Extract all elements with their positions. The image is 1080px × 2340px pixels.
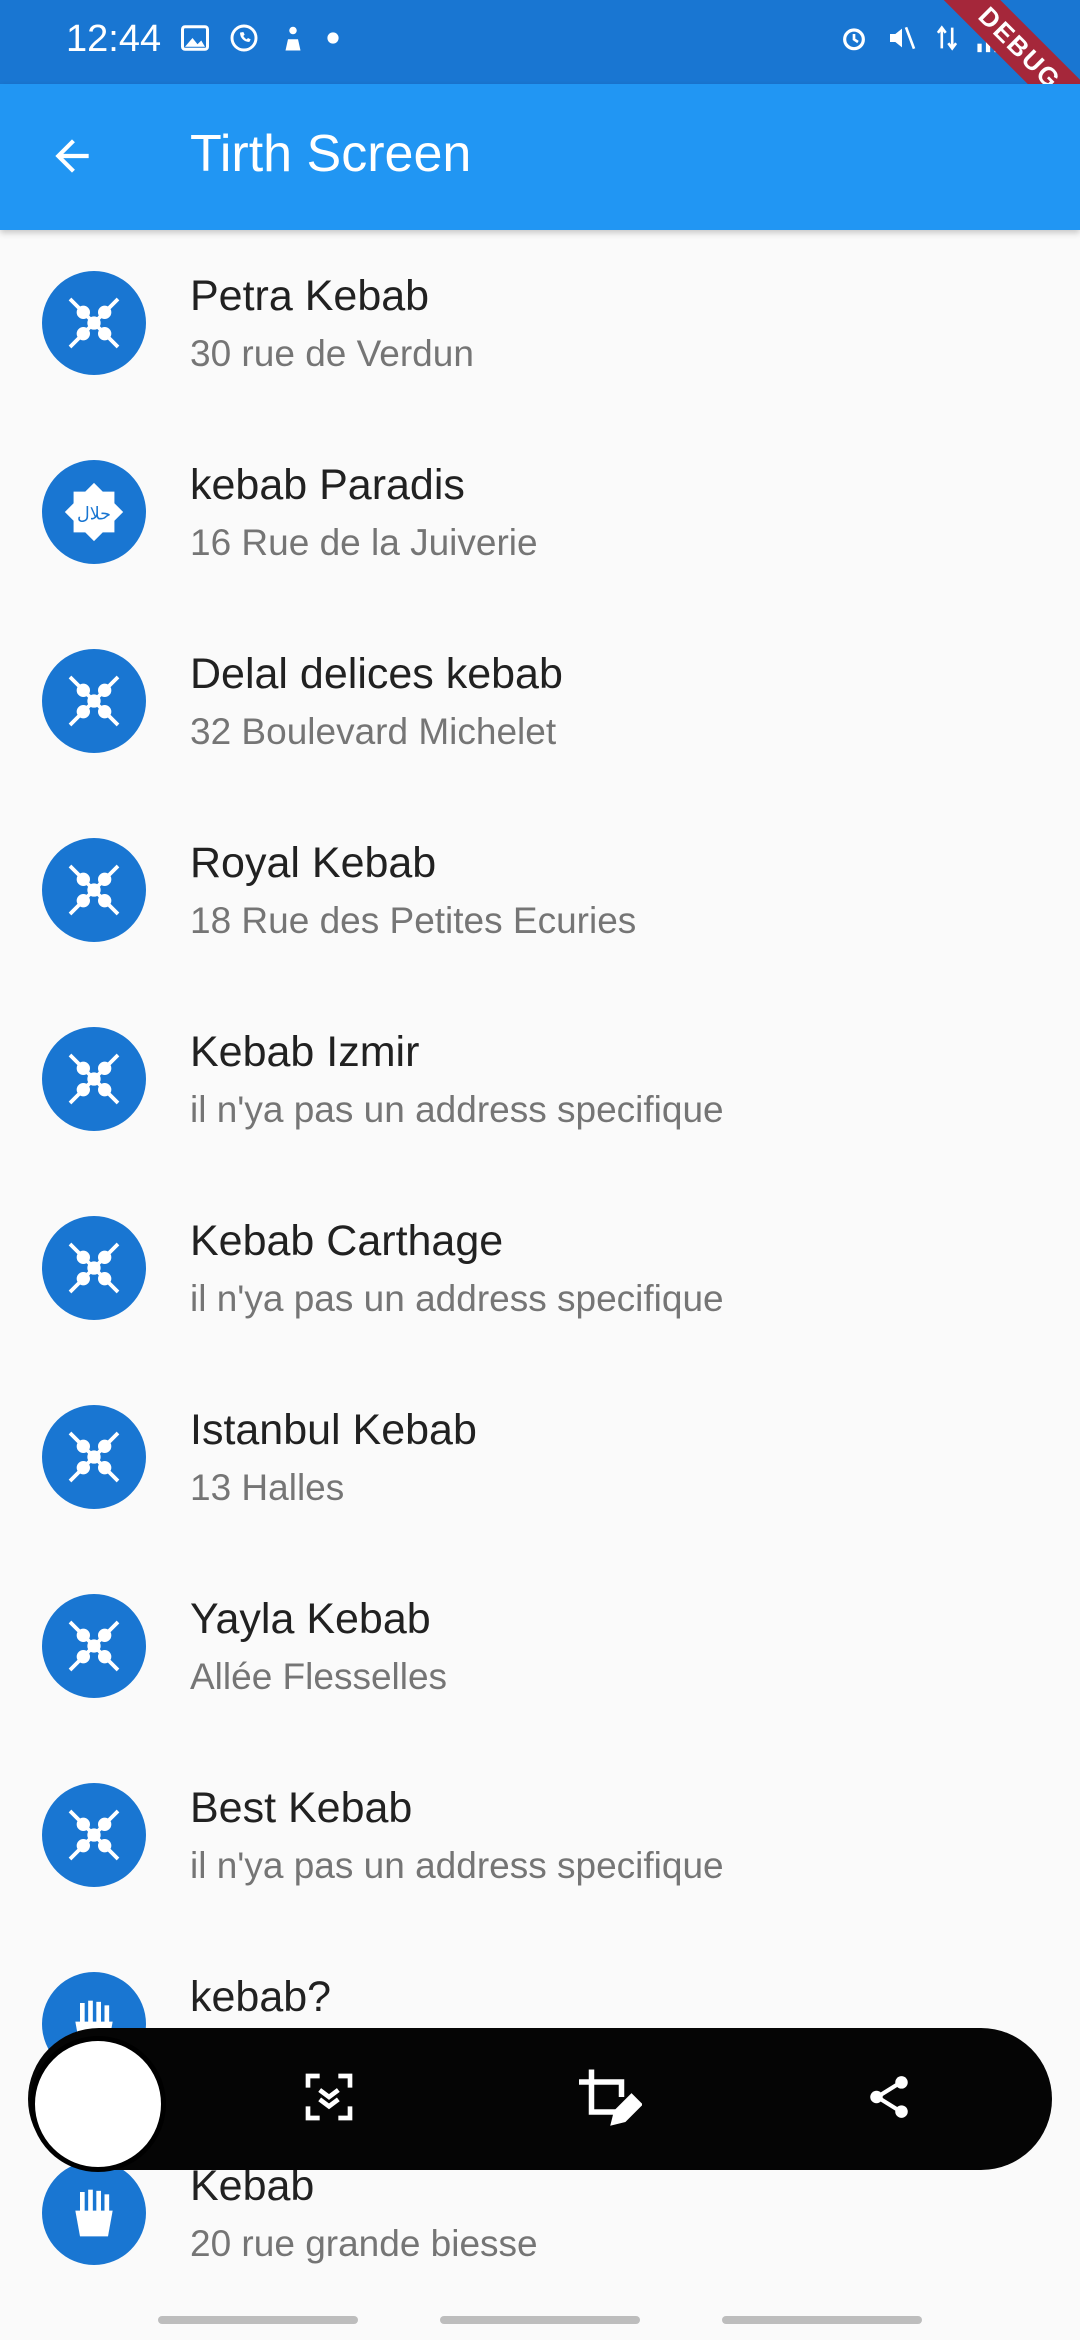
list-item[interactable]: Best Kebab il n'ya pas un address specif… [0, 1742, 1080, 1931]
kebab-icon [42, 1594, 146, 1698]
share-button[interactable] [854, 2064, 924, 2134]
app-bar: Tirth Screen [0, 84, 1080, 230]
list-item[interactable]: Istanbul Kebab 13 Halles [0, 1364, 1080, 1553]
scroll-capture-icon [301, 2069, 357, 2130]
item-title: Yayla Kebab [190, 1595, 431, 1643]
item-subtitle: 13 Halles [190, 1467, 345, 1508]
dot-icon [326, 31, 340, 50]
person-icon [278, 22, 308, 59]
item-title: Kebab Izmir [190, 1028, 420, 1076]
kebab-icon [42, 271, 146, 375]
kebab-icon [42, 1027, 146, 1131]
item-subtitle: Allée Flesselles [190, 1656, 448, 1697]
page-title: Tirth Screen [190, 125, 472, 183]
kebab-icon [42, 649, 146, 753]
capture-thumbnail[interactable] [30, 2036, 166, 2172]
item-subtitle: 32 Boulevard Michelet [190, 711, 557, 752]
list-item[interactable]: Royal Kebab 18 Rue des Petites Ecuries [0, 797, 1080, 986]
item-title: Petra Kebab [190, 272, 430, 320]
kebab-icon [42, 1216, 146, 1320]
share-icon [864, 2072, 914, 2127]
list-item[interactable]: حلال kebab Paradis 16 Rue de la Juiverie [0, 419, 1080, 608]
item-subtitle: 18 Rue des Petites Ecuries [190, 900, 637, 941]
fries-icon [42, 2161, 146, 2265]
item-subtitle: 30 rue de Verdun [190, 333, 474, 374]
kebab-icon [42, 1405, 146, 1509]
back-button[interactable] [34, 120, 110, 196]
nav-recents[interactable] [158, 2316, 358, 2324]
kebab-icon [42, 838, 146, 942]
scroll-capture-button[interactable] [294, 2064, 364, 2134]
data-icon [934, 22, 960, 59]
list-item[interactable]: Kebab Izmir il n'ya pas un address speci… [0, 986, 1080, 1175]
list-item[interactable]: Yayla Kebab Allée Flesselles [0, 1553, 1080, 1742]
svg-text:حلال: حلال [77, 504, 111, 524]
item-title: Istanbul Kebab [190, 1406, 477, 1454]
nav-home[interactable] [440, 2316, 640, 2324]
kebab-icon [42, 1783, 146, 1887]
whatsapp-icon [228, 22, 260, 59]
alarm-icon [838, 22, 870, 59]
list-item[interactable]: Delal delices kebab 32 Boulevard Michele… [0, 608, 1080, 797]
mute-icon [886, 22, 918, 59]
nav-back[interactable] [722, 2316, 922, 2324]
item-title: Royal Kebab [190, 839, 437, 887]
list-item[interactable]: Petra Kebab 30 rue de Verdun [0, 230, 1080, 419]
item-title: kebab? [190, 1973, 332, 2021]
list-item[interactable]: Kebab Carthage il n'ya pas un address sp… [0, 1175, 1080, 1364]
crop-edit-icon [576, 2067, 643, 2132]
item-subtitle: 16 Rue de la Juiverie [190, 522, 538, 563]
gallery-icon [180, 23, 210, 58]
crop-edit-button[interactable] [574, 2064, 644, 2134]
navigation-bar [0, 2300, 1080, 2340]
status-time: 12:44 [66, 18, 162, 60]
item-title: Delal delices kebab [190, 650, 563, 698]
restaurant-list: Petra Kebab 30 rue de Verdun حلال kebab … [0, 230, 1080, 2309]
item-subtitle: il n'ya pas un address specifique [190, 1278, 724, 1319]
status-bar: 12:44 DEBUG [0, 0, 1080, 155]
halal-icon: حلال [42, 460, 146, 564]
item-subtitle: il n'ya pas un address specifique [190, 1089, 724, 1130]
item-title: Kebab Carthage [190, 1217, 504, 1265]
arrow-back-icon [47, 131, 97, 186]
item-subtitle: 20 rue grande biesse [190, 2223, 538, 2264]
item-title: Best Kebab [190, 1784, 413, 1832]
item-subtitle: il n'ya pas un address specifique [190, 1845, 724, 1886]
item-title: kebab Paradis [190, 461, 465, 509]
